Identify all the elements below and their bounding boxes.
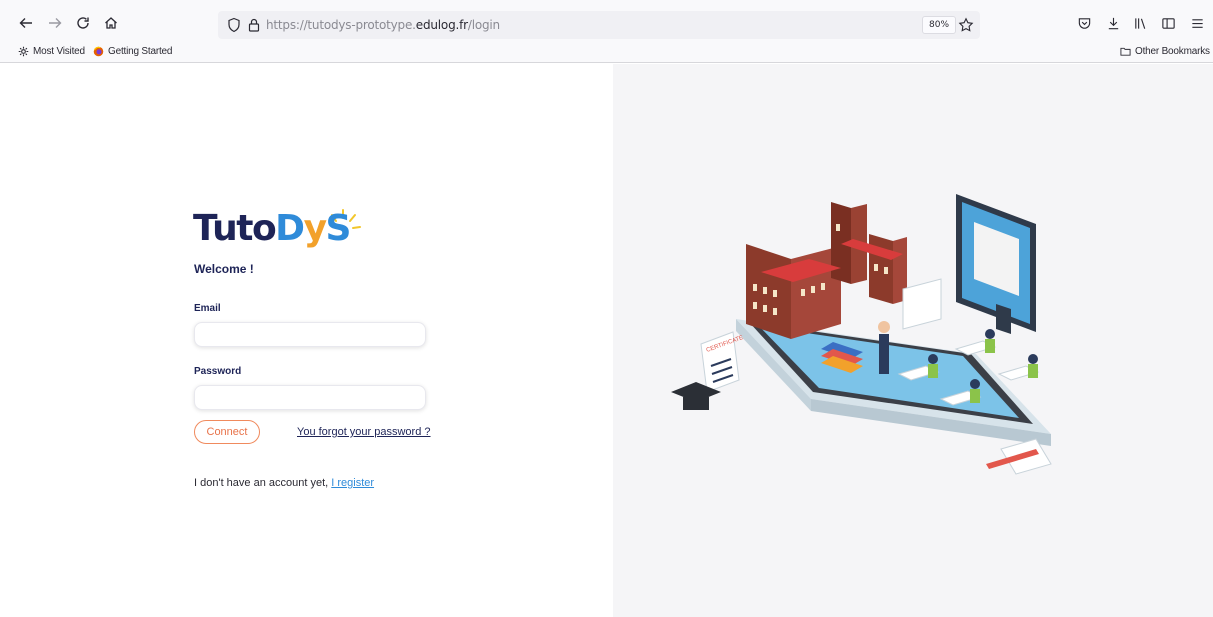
- illustration-pane: CERTIFICATE: [613, 64, 1213, 617]
- browser-toolbar: https://tutodys-prototype.edulog.fr/logi…: [0, 0, 1213, 44]
- zoom-level-badge[interactable]: 80%: [922, 16, 957, 34]
- bookmark-getting-started[interactable]: Getting Started: [93, 46, 172, 57]
- welcome-heading: Welcome !: [194, 262, 254, 276]
- downloads-icon[interactable]: [1102, 12, 1124, 34]
- back-arrow-icon[interactable]: [15, 12, 37, 34]
- sidebar-toggle-icon[interactable]: [1157, 12, 1179, 34]
- reload-icon[interactable]: [72, 12, 94, 34]
- gear-icon: [18, 46, 29, 57]
- folder-icon: [1120, 47, 1131, 56]
- no-account-text: I don't have an account yet,: [194, 477, 332, 489]
- bookmark-label: Other Bookmarks: [1135, 46, 1210, 57]
- bookmarks-toolbar: Most Visited Getting Started Other Bookm…: [0, 44, 1213, 63]
- tracking-shield-icon[interactable]: [226, 17, 242, 33]
- bookmark-label: Getting Started: [108, 46, 173, 57]
- firefox-icon: [93, 46, 104, 57]
- logo-wordmark: TutoDyS: [193, 208, 351, 249]
- forgot-password-link[interactable]: You forgot your password ?: [297, 426, 431, 438]
- register-line: I don't have an account yet, I register: [194, 477, 374, 489]
- url-text[interactable]: https://tutodys-prototype.edulog.fr/logi…: [266, 18, 500, 32]
- url-bar[interactable]: https://tutodys-prototype.edulog.fr/logi…: [218, 11, 980, 39]
- bookmark-star-icon[interactable]: [958, 17, 974, 33]
- forward-arrow-icon[interactable]: [44, 12, 66, 34]
- email-label: Email: [194, 303, 221, 314]
- email-field[interactable]: [194, 322, 426, 347]
- tutodys-logo: TutoDyS: [193, 200, 373, 264]
- pocket-icon[interactable]: [1073, 12, 1095, 34]
- library-icon[interactable]: [1129, 12, 1151, 34]
- page-content: TutoDyS Welcome ! Email Password Connect…: [0, 64, 1213, 617]
- bookmark-other-bookmarks[interactable]: Other Bookmarks: [1120, 46, 1210, 57]
- password-field[interactable]: [194, 385, 426, 410]
- login-pane: TutoDyS Welcome ! Email Password Connect…: [0, 64, 613, 617]
- lock-icon[interactable]: [246, 17, 262, 33]
- connect-button[interactable]: Connect: [194, 420, 260, 444]
- online-classroom-illustration: CERTIFICATE: [671, 194, 1052, 475]
- bookmark-label: Most Visited: [33, 46, 85, 57]
- register-link[interactable]: I register: [331, 477, 374, 489]
- bookmark-most-visited[interactable]: Most Visited: [18, 46, 85, 57]
- home-icon[interactable]: [100, 12, 122, 34]
- password-label: Password: [194, 366, 242, 377]
- hamburger-menu-icon[interactable]: [1186, 12, 1208, 34]
